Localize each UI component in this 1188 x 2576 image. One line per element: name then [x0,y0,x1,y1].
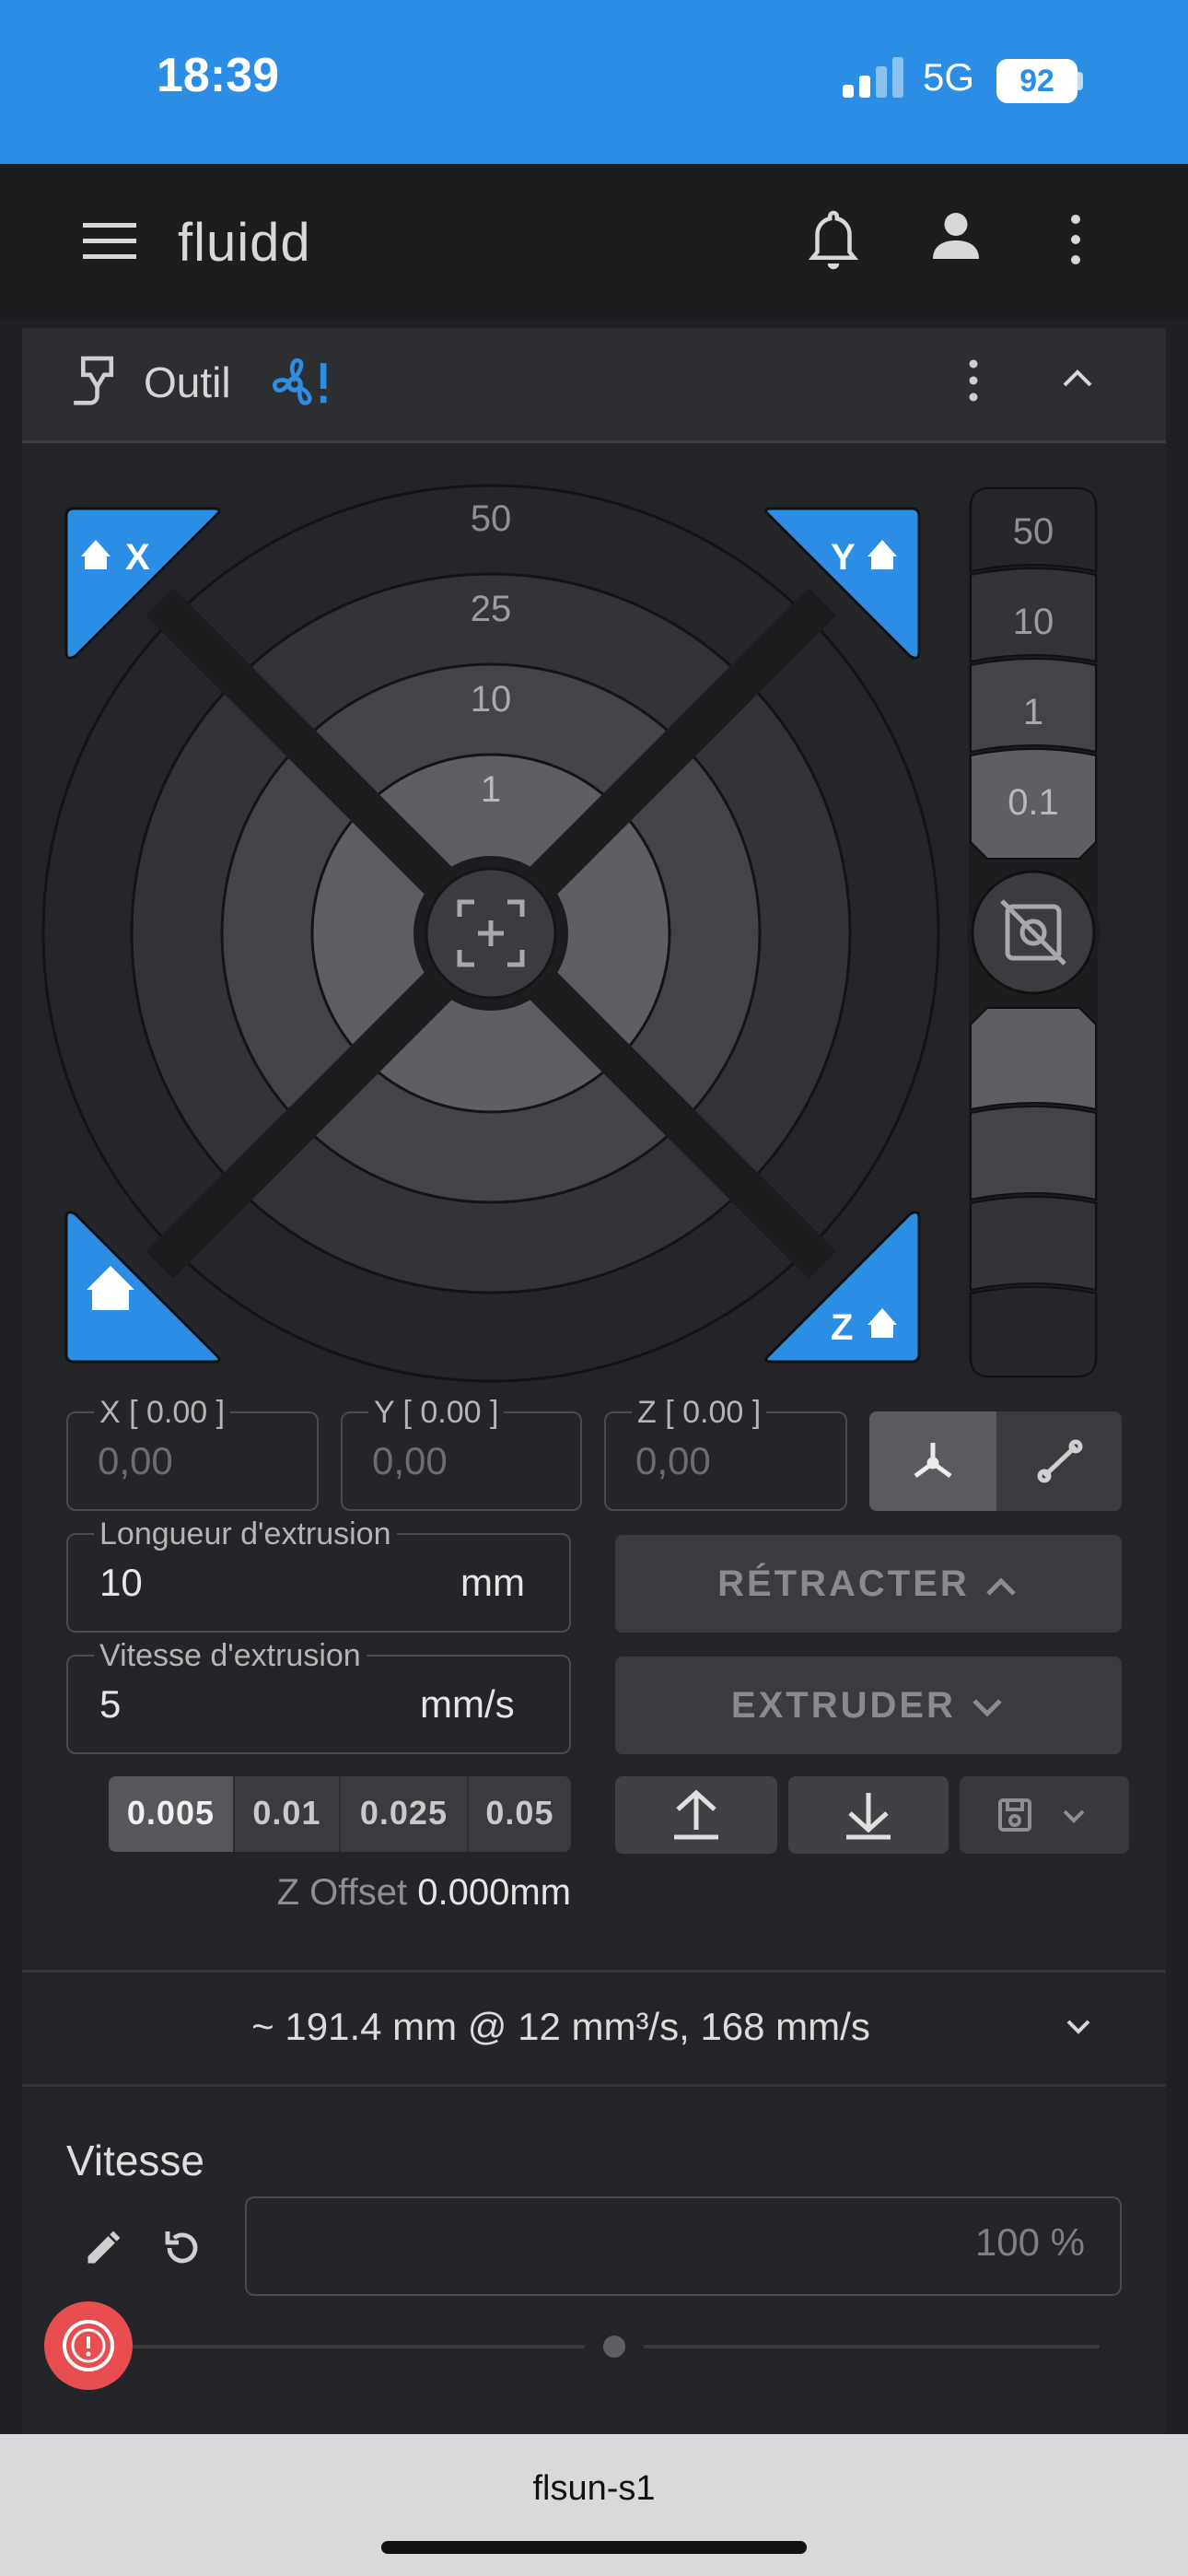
xy-step-label: 10 [471,679,512,720]
speed-readout: 100 % [245,2220,1085,2265]
home-x-label: X [125,537,150,578]
speed-slider-thumb[interactable] [603,2336,625,2358]
emergency-stop-button[interactable] [44,2301,133,2390]
reset-icon[interactable] [160,2226,204,2270]
zoffset-step-button[interactable]: 0.05 [468,1776,571,1852]
home-indicator[interactable] [381,2541,807,2554]
speed-title: Vitesse [66,2137,205,2184]
account-icon[interactable] [928,208,984,263]
chevron-down-icon [1063,1809,1085,1823]
chevron-up-icon [986,1577,1016,1597]
kebab-icon[interactable] [1068,214,1083,265]
speed-unit: % [1050,2220,1085,2264]
z-step-label: 10 [1013,602,1054,642]
divider [22,2084,1166,2087]
network-type: 5G [923,55,975,99]
z-position-input[interactable]: 0,00 [635,1439,711,1483]
speed-value[interactable]: 100 [975,2220,1040,2264]
z-jog-control: 50 10 1 0.1 [967,486,1100,1378]
extrusion-speed-input[interactable]: 5 [99,1682,121,1727]
battery-indicator: 92 [996,59,1077,103]
retract-button[interactable]: RÉTRACTER [615,1535,1122,1633]
z-down-50[interactable] [970,1286,1097,1377]
xy-step-label: 1 [481,769,501,810]
z-step-label: 50 [1013,511,1054,552]
printer-name: flsun-s1 [532,2469,656,2508]
home-y-label: Y [831,537,856,578]
zoffset-readout: Z Offset 0.000mm [0,1872,571,1914]
x-position-input[interactable]: 0,00 [98,1439,173,1483]
card-menu-icon[interactable] [967,359,980,402]
zoffset-step-group: 0.005 0.01 0.025 0.05 [109,1776,571,1852]
zoffset-down-button[interactable] [788,1776,949,1854]
retract-label: RÉTRACTER [717,1563,970,1604]
extrusion-speed-unit: mm/s [420,1682,515,1726]
zoffset-up-button[interactable] [615,1776,777,1854]
extrude-button[interactable]: EXTRUDER [615,1657,1122,1754]
xy-step-label: 50 [471,498,512,539]
tool-icon [74,356,114,405]
zoffset-step-button[interactable]: 0.025 [341,1776,469,1852]
extrusion-speed-label: Vitesse d'extrusion [94,1638,367,1674]
home-z-label: Z [831,1307,853,1348]
diagonal-arrow-icon [1037,1439,1083,1483]
z-step-label: 0.1 [1007,782,1059,823]
chevron-down-icon [973,1699,1002,1717]
relative-mode-button[interactable] [998,1411,1122,1511]
chevron-down-icon[interactable] [1063,2016,1094,2038]
download-icon [846,1793,891,1840]
menu-icon[interactable] [83,223,136,260]
save-icon [998,1798,1085,1832]
signal-icon [843,57,903,98]
upload-icon [674,1789,718,1840]
extrusion-length-unit: mm [460,1561,525,1604]
status-time: 18:39 [157,49,279,102]
extrusion-summary: ~ 191.4 mm @ 12 mm³/s, 168 mm/s [251,2005,870,2048]
app-title: fluidd [178,213,311,273]
zoffset-step-button[interactable]: 0.005 [109,1776,235,1852]
battery-tip [1077,72,1083,90]
x-position-label: X [ 0.00 ] [94,1395,231,1431]
extrusion-length-input[interactable]: 10 [99,1561,143,1605]
y-position-label: Y [ 0.00 ] [368,1395,505,1431]
alert-octagon-icon [63,2320,114,2371]
z-down-10[interactable] [970,1196,1097,1292]
bell-icon[interactable] [806,208,861,273]
absolute-mode-button[interactable] [869,1411,996,1511]
zoffset-label: Z Offset [276,1872,408,1913]
zoffset-save-button[interactable] [960,1776,1129,1854]
extrude-label: EXTRUDER [730,1685,956,1726]
divider [22,1970,1166,1973]
extrusion-length-label: Longueur d'extrusion [94,1516,397,1552]
chevron-up-icon[interactable] [1059,365,1096,392]
zoffset-value: 0.000mm [417,1872,571,1913]
xy-step-label: 25 [471,589,512,629]
pencil-icon[interactable] [83,2228,123,2268]
z-down-0.1[interactable] [970,1007,1097,1111]
xy-jog-control: 50 25 10 1 X Y Z [41,484,940,1383]
y-position-input[interactable]: 0,00 [372,1439,448,1483]
card-title: Outil [144,358,231,406]
z-step-label: 1 [1023,692,1043,732]
zoffset-step-button[interactable]: 0.01 [234,1776,341,1852]
axes-icon [914,1443,952,1479]
z-position-label: Z [ 0.00 ] [632,1395,767,1431]
fan-icon[interactable] [269,354,330,415]
z-down-1[interactable] [970,1106,1097,1201]
